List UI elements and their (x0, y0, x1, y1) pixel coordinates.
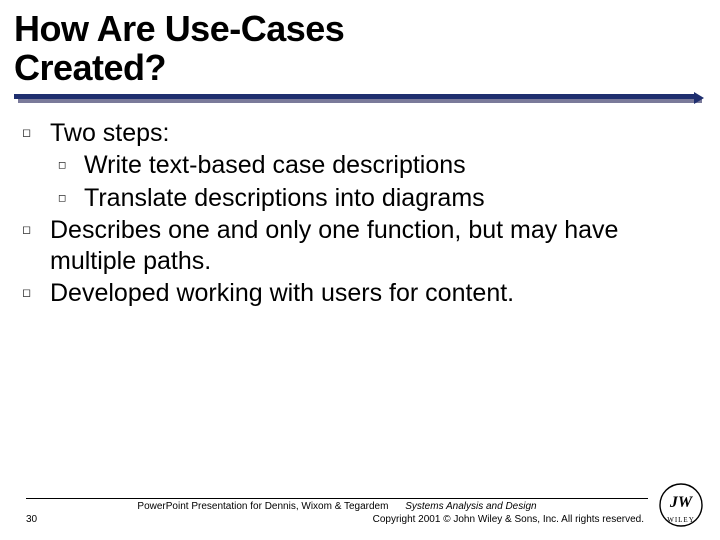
bullet-icon: ◻ (58, 150, 84, 181)
bullet-item: ◻ Developed working with users for conte… (22, 278, 702, 309)
slide: How Are Use-Cases Created? ◻ Two steps: … (12, 10, 708, 530)
publisher-logo-icon: JW WILEY (658, 482, 704, 528)
bullet-icon: ◻ (58, 183, 84, 214)
bullet-text: Developed working with users for content… (50, 278, 702, 309)
footer-credit-line: PowerPoint Presentation for Dennis, Wixo… (26, 501, 648, 514)
bullet-icon: ◻ (22, 215, 50, 276)
bullet-text: Describes one and only one function, but… (50, 215, 702, 276)
bullet-icon: ◻ (22, 118, 50, 149)
footer-divider (26, 498, 648, 499)
footer-book-title: Systems Analysis and Design (405, 501, 536, 512)
svg-text:WILEY: WILEY (667, 516, 695, 524)
title-line-1: How Are Use-Cases (14, 10, 708, 49)
bullet-icon: ◻ (22, 278, 50, 309)
bullet-text: Translate descriptions into diagrams (84, 183, 702, 214)
title-underline (14, 94, 702, 104)
bullet-text: Write text-based case descriptions (84, 150, 702, 181)
footer-credit: PowerPoint Presentation for Dennis, Wixo… (137, 501, 388, 512)
slide-title: How Are Use-Cases Created? (14, 10, 708, 88)
bullet-item: ◻ Two steps: (22, 118, 702, 149)
bullet-text: Two steps: (50, 118, 702, 149)
slide-footer: PowerPoint Presentation for Dennis, Wixo… (26, 498, 648, 526)
bullet-item: ◻ Describes one and only one function, b… (22, 215, 702, 276)
copyright-text: Copyright 2001 © John Wiley & Sons, Inc.… (66, 514, 648, 527)
svg-text:JW: JW (669, 494, 694, 511)
sub-bullet-item: ◻ Write text-based case descriptions (58, 150, 702, 181)
sub-bullet-item: ◻ Translate descriptions into diagrams (58, 183, 702, 214)
page-number: 30 (26, 514, 66, 527)
slide-body: ◻ Two steps: ◻ Write text-based case des… (22, 118, 702, 309)
title-line-2: Created? (14, 49, 708, 88)
